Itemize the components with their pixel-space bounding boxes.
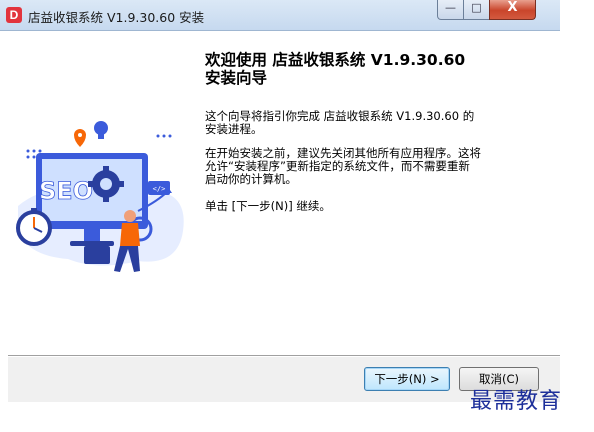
heading-line-1: 欢迎使用 店益收银系统 V1.9.30.60 <box>205 51 466 69</box>
close-icon: X <box>507 0 518 15</box>
maximize-icon: □ <box>471 1 482 14</box>
seo-illustration: </> SEO <box>16 121 184 272</box>
advice-paragraph: 在开始安装之前，建议先关闭其他所有应用程序。这将 允许“安装程序”更新指定的系统… <box>205 147 535 186</box>
lightbulb-icon <box>94 121 108 139</box>
continue-instruction: 单击 [下一步(N)] 继续。 <box>205 199 331 213</box>
code-tag-label: </> <box>153 185 166 193</box>
intro-line-2: 安装进程。 <box>205 122 263 136</box>
intro-paragraph: 这个向导将指引你完成 店益收银系统 V1.9.30.60 的 安装进程。 <box>205 110 535 136</box>
welcome-heading: 欢迎使用 店益收银系统 V1.9.30.60 安装向导 <box>205 51 545 87</box>
window-title: 店益收银系统 V1.9.30.60 安装 <box>28 10 205 25</box>
wizard-content: </> SEO 欢迎使用 店益收银系统 V1.9.30.60 安装向导 这个向导… <box>8 31 560 354</box>
location-pin-icon <box>74 129 86 147</box>
close-button[interactable]: X <box>489 0 536 20</box>
advice-line-3: 启动你的计算机。 <box>205 172 297 186</box>
watermark-text: 最需教育 <box>470 389 563 414</box>
seo-screen-text: SEO <box>39 177 93 205</box>
next-button[interactable]: 下一步(N) > <box>364 367 450 391</box>
app-icon: D <box>6 7 22 23</box>
minimize-button[interactable]: — <box>437 0 464 20</box>
installer-window: D 店益收银系统 V1.9.30.60 安装 — □ X </> SEO 欢迎使… <box>0 0 594 432</box>
maximize-button[interactable]: □ <box>463 0 490 20</box>
minimize-icon: — <box>445 1 456 14</box>
title-bar[interactable]: D 店益收银系统 V1.9.30.60 安装 — □ X <box>0 0 560 31</box>
window-controls: — □ X <box>437 0 554 22</box>
wizard-illustration-panel: </> SEO <box>8 31 196 354</box>
heading-line-2: 安装向导 <box>205 69 268 87</box>
briefcase-icon <box>84 246 110 264</box>
